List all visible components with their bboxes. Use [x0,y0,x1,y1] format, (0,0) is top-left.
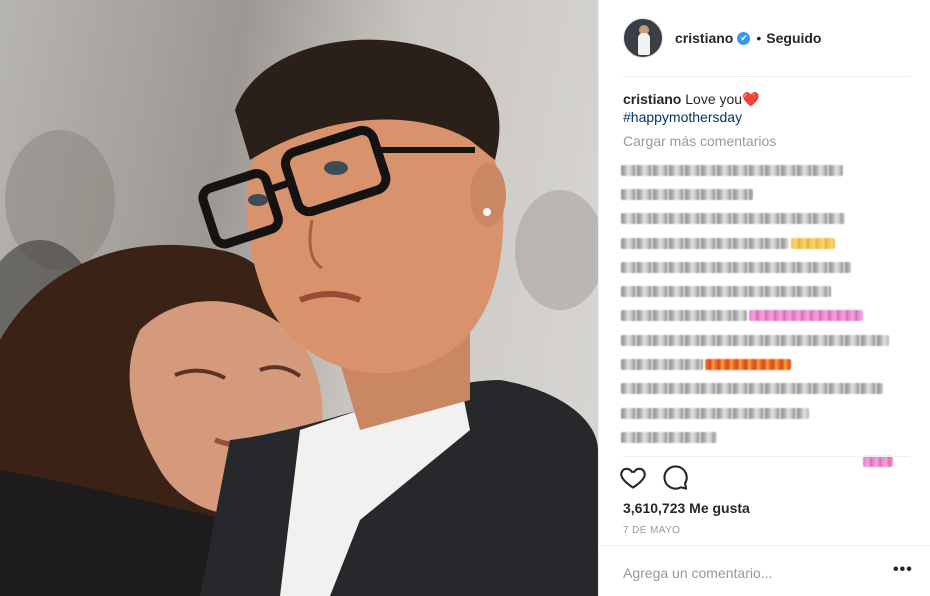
list-item [621,279,911,303]
comment-input[interactable]: Agrega un comentario... [623,565,772,581]
post-caption: cristiano Love you❤️ #happymothersday [623,90,913,126]
list-item [621,352,911,376]
load-more-comments-link[interactable]: Cargar más comentarios [623,133,776,149]
post-photo[interactable] [0,0,598,596]
post-details-panel: cristiano ✔ • Seguido cristiano Love you… [598,0,930,596]
post-photo-illustration [0,39,598,596]
following-button[interactable]: Seguido [766,30,821,46]
post-header: cristiano ✔ • Seguido [599,0,930,76]
post-actions [619,463,689,491]
list-item [621,304,911,328]
list-item [621,328,911,352]
divider [623,76,910,77]
hashtag-link[interactable]: #happymothersday [623,108,913,126]
divider [599,545,930,546]
speech-bubble-icon[interactable] [661,463,689,491]
list-item [621,255,911,279]
like-count[interactable]: 3,610,723 Me gusta [623,500,750,516]
username-link[interactable]: cristiano [675,30,733,46]
caption-text: Love you [685,91,743,107]
divider [623,456,910,457]
caption-username-link[interactable]: cristiano [623,91,681,107]
post-date[interactable]: 7 DE MAYO [623,525,680,536]
list-item [621,377,911,401]
verified-badge-icon: ✔ [737,31,751,45]
list-item [621,207,911,231]
avatar[interactable] [623,18,663,58]
list-item [621,401,911,425]
list-item [621,231,911,255]
separator-dot: • [756,30,762,46]
more-options-icon[interactable]: ••• [893,561,913,579]
comments-list [621,158,911,474]
heart-emoji: ❤️ [742,91,760,107]
list-item [621,425,911,449]
list-item [621,158,911,182]
heart-outline-icon[interactable] [619,463,647,491]
list-item [621,182,911,206]
